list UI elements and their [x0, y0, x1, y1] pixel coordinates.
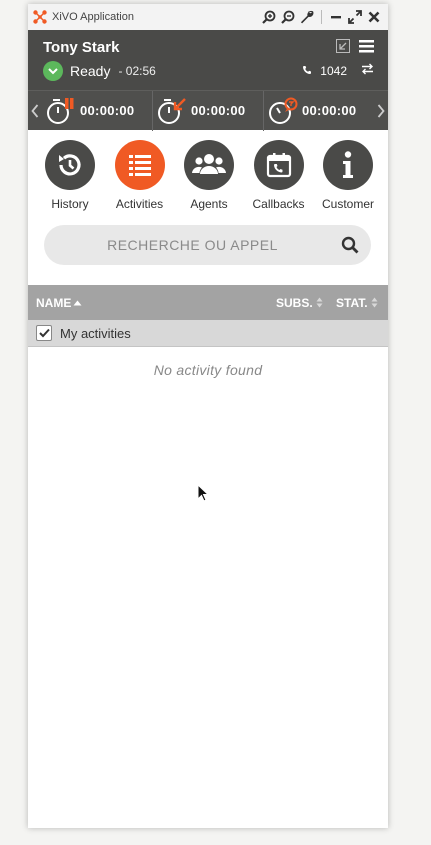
status-toggle-button[interactable] [43, 61, 63, 81]
my-activities-group: My activities [28, 320, 388, 347]
menu-icon[interactable] [359, 39, 374, 58]
nav-customer[interactable]: Customer [314, 140, 382, 211]
nav-customer-label: Customer [321, 197, 374, 211]
activities-icon [114, 140, 165, 190]
state-timers: 00:00:00 00:00:00 00:00:00 [28, 90, 388, 131]
status-label: Ready [70, 63, 111, 79]
sort-asc-icon [73, 300, 82, 305]
incoming-call-stopwatch-icon [157, 96, 187, 126]
status-duration: - 02:56 [118, 64, 156, 78]
xivo-app-window: XiVO Application Tony Stark Ready - 02:5… [28, 4, 388, 828]
column-stat-label: STAT. [336, 295, 368, 310]
nav-history[interactable]: History [36, 140, 104, 211]
column-header-stat[interactable]: STAT. [336, 296, 378, 310]
nav-activities[interactable]: Activities [106, 140, 174, 211]
callbacks-icon [253, 140, 304, 190]
agents-icon [184, 140, 234, 190]
chevron-right-icon[interactable] [374, 91, 388, 131]
column-subs-label: SUBS. [276, 295, 313, 310]
main-nav: History Activities Agents Callbacks Cust… [28, 130, 388, 211]
pause-timer-value: 00:00:00 [80, 103, 135, 118]
chevron-left-icon[interactable] [28, 91, 42, 131]
zoom-out-icon[interactable] [280, 9, 296, 25]
empty-state-message: No activity found [153, 362, 263, 378]
nav-activities-label: Activities [115, 197, 164, 211]
wrapup-timer-value: 00:00:00 [302, 103, 357, 118]
title-bar: XiVO Application [28, 4, 388, 30]
xivo-logo-icon [32, 9, 48, 25]
my-activities-label: My activities [60, 325, 131, 341]
sort-icon [371, 297, 378, 308]
sort-icon [316, 297, 323, 308]
phone-line: 1042 [302, 63, 374, 78]
phone-number: 1042 [320, 63, 347, 78]
activities-table-header: NAME SUBS. STAT. [28, 285, 388, 320]
wrapup-timer: 00:00:00 [264, 91, 374, 131]
transfer-icon[interactable] [361, 63, 374, 78]
title-bar-divider [321, 10, 322, 24]
mouse-cursor-icon [197, 483, 210, 507]
pause-timer: 00:00:00 [42, 90, 153, 131]
nav-callbacks[interactable]: Callbacks [245, 140, 313, 211]
incoming-timer-value: 00:00:00 [191, 103, 246, 118]
collapse-icon[interactable] [336, 39, 350, 58]
phone-icon [302, 64, 312, 78]
user-name: Tony Stark [43, 39, 120, 56]
nav-callbacks-label: Callbacks [252, 197, 305, 211]
pause-stopwatch-icon [46, 96, 76, 126]
agent-header: Tony Stark Ready - 02:56 1042 [28, 30, 388, 90]
column-header-subs[interactable]: SUBS. [276, 296, 323, 310]
zoom-in-icon[interactable] [261, 9, 277, 25]
wrench-icon[interactable] [299, 9, 315, 25]
nav-history-label: History [51, 197, 89, 211]
minimize-icon[interactable] [328, 9, 344, 25]
close-icon[interactable] [366, 9, 382, 25]
agent-status: Ready - 02:56 [43, 61, 156, 81]
check-icon [38, 328, 50, 338]
history-icon [45, 140, 95, 190]
customer-icon [323, 140, 373, 190]
column-name-label: NAME [36, 295, 72, 310]
window-title: XiVO Application [52, 11, 134, 23]
nav-agents[interactable]: Agents [175, 140, 243, 211]
wrapup-stopwatch-icon [268, 96, 298, 126]
chevron-down-icon [48, 68, 58, 75]
column-header-name[interactable]: NAME [36, 296, 82, 310]
my-activities-checkbox[interactable] [36, 325, 52, 341]
search-input[interactable] [44, 225, 371, 265]
maximize-icon[interactable] [347, 9, 363, 25]
incoming-timer: 00:00:00 [153, 90, 264, 131]
nav-agents-label: Agents [190, 197, 228, 211]
search-bar [44, 225, 371, 265]
search-icon[interactable] [341, 236, 359, 259]
